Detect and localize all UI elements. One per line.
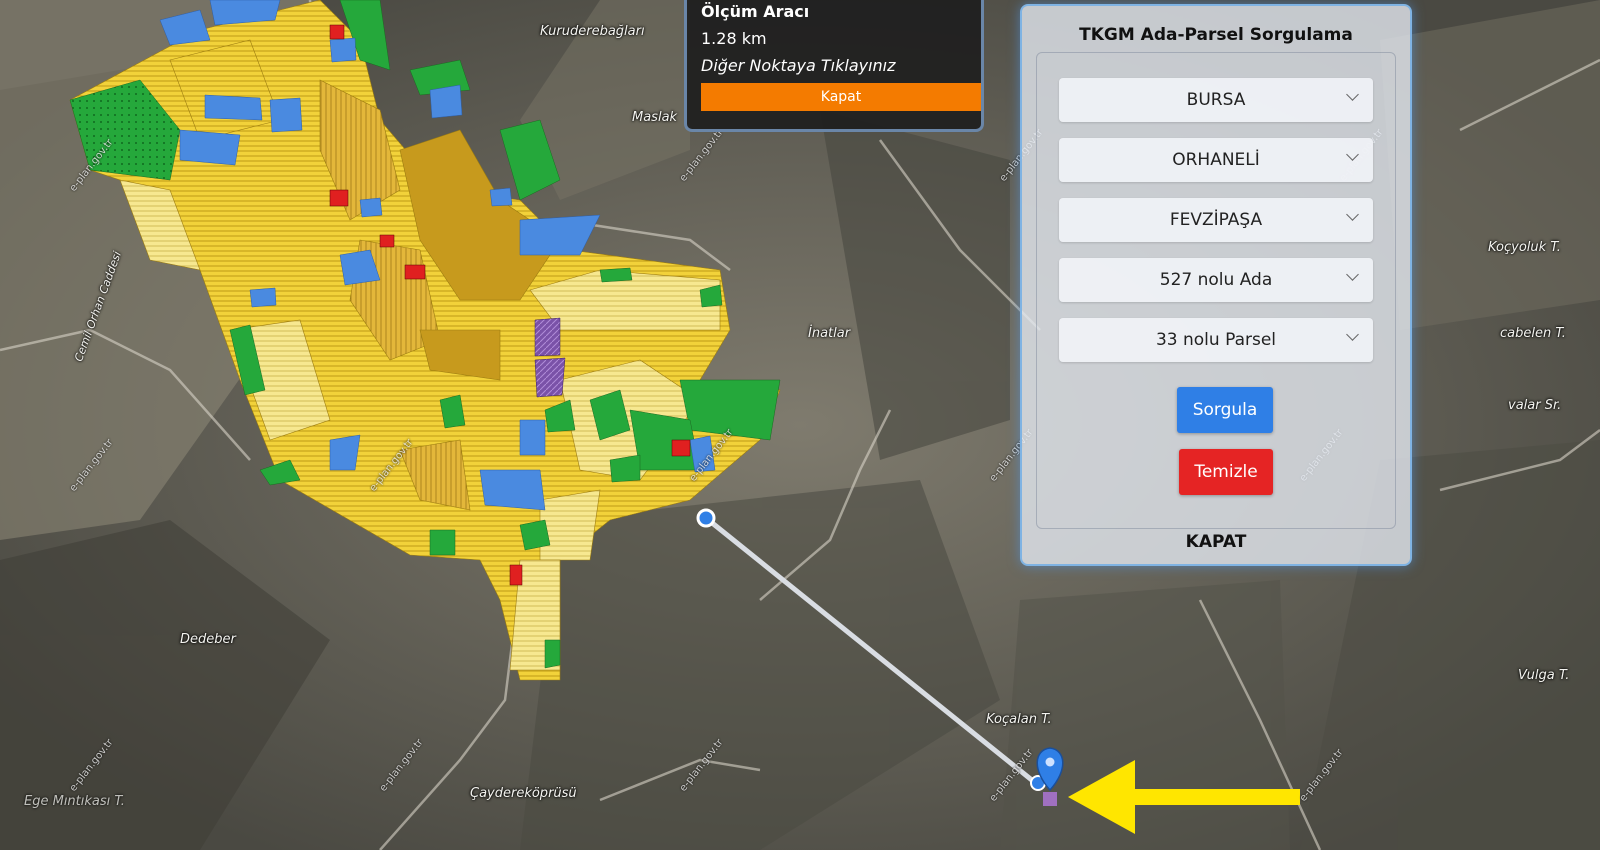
- measure-close-button[interactable]: Kapat: [701, 83, 981, 111]
- measure-tool-title: Ölçüm Aracı: [701, 2, 810, 21]
- district-value: ORHANELİ: [1172, 150, 1260, 170]
- place-label-ege: Ege Mıntıkası T.: [24, 794, 125, 809]
- measure-hint: Diğer Noktaya Tıklayınız: [701, 56, 896, 75]
- place-label-kuruderebaglari: Kuruderebağları: [540, 24, 645, 39]
- province-select[interactable]: BURSA: [1059, 78, 1373, 122]
- chevron-down-icon: [1346, 268, 1359, 281]
- block-value: 527 nolu Ada: [1159, 270, 1273, 290]
- block-select[interactable]: 527 nolu Ada: [1059, 258, 1373, 302]
- parcel-select[interactable]: 33 nolu Parsel: [1059, 318, 1373, 362]
- chevron-down-icon: [1346, 328, 1359, 341]
- chevron-down-icon: [1346, 88, 1359, 101]
- place-label-caydere: Çaydereköprüsü: [470, 786, 577, 801]
- province-value: BURSA: [1186, 90, 1246, 110]
- panel-close-button[interactable]: KAPAT: [1022, 532, 1410, 552]
- place-label-kocyoluk: Koçyoluk T.: [1488, 240, 1561, 255]
- measure-tool-panel: Ölçüm Aracı 1.28 km Diğer Noktaya Tıklay…: [684, 0, 984, 132]
- place-label-dedeber: Dedeber: [180, 632, 236, 647]
- panel-title: TKGM Ada-Parsel Sorgulama: [1079, 25, 1353, 45]
- clear-button[interactable]: Temizle: [1179, 449, 1273, 495]
- place-label-maslak: Maslak: [632, 110, 678, 125]
- neighborhood-select[interactable]: FEVZİPAŞA: [1059, 198, 1373, 242]
- query-button[interactable]: Sorgula: [1177, 387, 1273, 433]
- query-form: BURSA ORHANELİ FEVZİPAŞA 527 nolu Ada 33…: [1036, 52, 1396, 529]
- place-label-cabelen: cabelen T.: [1500, 326, 1566, 341]
- place-label-kocalan: Koçalan T.: [986, 712, 1052, 727]
- district-select[interactable]: ORHANELİ: [1059, 138, 1373, 182]
- parcel-query-panel: TKGM Ada-Parsel Sorgulama BURSA ORHANELİ…: [1020, 4, 1412, 566]
- place-label-inatlar: İnatlar: [808, 326, 851, 341]
- chevron-down-icon: [1346, 208, 1359, 221]
- place-label-vulga: Vulga T.: [1518, 668, 1570, 683]
- parcel-value: 33 nolu Parsel: [1155, 330, 1277, 350]
- chevron-down-icon: [1346, 148, 1359, 161]
- measure-distance: 1.28 km: [701, 29, 767, 48]
- neighborhood-value: FEVZİPAŞA: [1169, 210, 1263, 230]
- place-label-valar: valar Sr.: [1508, 398, 1562, 413]
